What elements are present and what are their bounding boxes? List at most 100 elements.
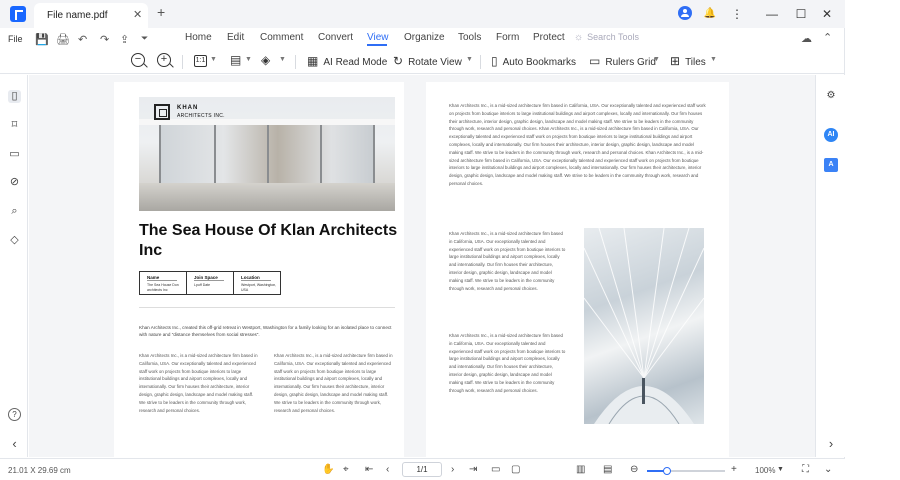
actual-size-button[interactable]: 1:1 xyxy=(194,55,207,67)
info-value: Westport, Washington, USA xyxy=(241,283,277,292)
customize-dropdown-icon[interactable]: ⏷ xyxy=(141,33,148,44)
chevron-down-icon[interactable]: ▼ xyxy=(245,56,252,63)
redo-icon[interactable]: ↷ xyxy=(100,33,109,46)
share-icon[interactable]: ⇪ xyxy=(120,33,129,46)
chevron-down-icon[interactable]: ▼ xyxy=(279,56,286,63)
menu-comment[interactable]: Comment xyxy=(260,32,303,43)
tab-title: File name.pdf xyxy=(47,10,108,21)
menu-edit[interactable]: Edit xyxy=(227,32,244,43)
book-icon: ▦ xyxy=(307,54,319,68)
menu-view[interactable]: View xyxy=(367,32,389,43)
maximize-button[interactable]: ☐ xyxy=(793,6,809,22)
more-options-icon[interactable]: ⋮ xyxy=(729,6,745,22)
page-thumbnails-icon[interactable]: ▯ xyxy=(8,90,21,103)
attachment-icon[interactable]: ⊘ xyxy=(8,176,21,189)
print-icon[interactable]: 🖨 xyxy=(56,33,70,46)
rotate-view-button[interactable]: ↻ Rotate View xyxy=(393,54,462,68)
menu-home[interactable]: Home xyxy=(185,32,212,43)
chevron-down-icon[interactable]: ▼ xyxy=(653,56,660,63)
help-icon[interactable]: ? xyxy=(8,408,21,421)
page-layout-icon[interactable]: ▤ xyxy=(230,53,241,67)
bookmark-icon: ▯ xyxy=(491,54,498,68)
info-head: Location xyxy=(241,275,271,281)
last-page-icon[interactable]: ⇥ xyxy=(469,464,477,475)
close-window-button[interactable]: ✕ xyxy=(819,6,835,22)
menu-protect[interactable]: Protect xyxy=(533,32,565,43)
properties-settings-icon[interactable]: ⚙ xyxy=(824,89,838,103)
chevron-down-icon[interactable]: ▼ xyxy=(210,56,217,63)
next-page-icon[interactable]: › xyxy=(451,464,454,475)
page2-left-paragraph-1: Khan Architects Inc., is a mid-sized arc… xyxy=(449,231,566,291)
undo-icon[interactable]: ↶ xyxy=(78,33,87,46)
fit-page-icon[interactable]: ▭ xyxy=(491,464,500,475)
new-tab-icon[interactable]: + xyxy=(157,4,165,20)
page-mode-icon[interactable]: ▥ xyxy=(576,464,585,475)
zoom-out-icon[interactable]: − xyxy=(131,53,145,67)
collapse-sidebar-icon[interactable]: ‹ xyxy=(8,437,21,450)
body-column-left: Khan Architects Inc., is a mid-sized arc… xyxy=(139,353,258,413)
expand-panel-icon[interactable]: › xyxy=(824,437,838,451)
zoom-in-icon[interactable]: + xyxy=(157,53,171,67)
user-avatar-icon[interactable] xyxy=(678,6,692,20)
chevron-down-icon[interactable]: ▼ xyxy=(466,56,473,63)
zoom-slider-handle[interactable] xyxy=(662,467,671,475)
zoom-percentage[interactable]: 100% xyxy=(755,466,775,475)
layers-icon[interactable]: ◇ xyxy=(8,234,21,247)
comment-view-icon[interactable]: ▢ xyxy=(511,464,520,475)
rotate-icon: ↻ xyxy=(393,54,404,68)
menu-organize[interactable]: Organize xyxy=(404,32,445,43)
chevron-down-icon[interactable]: ▼ xyxy=(777,466,784,473)
minimize-button[interactable]: — xyxy=(764,6,780,22)
zoom-in-icon[interactable]: + xyxy=(731,464,737,475)
search-tools-field[interactable]: ☼ Search Tools xyxy=(574,32,639,43)
select-tool-icon[interactable]: ⌖ xyxy=(343,464,349,475)
menu-form[interactable]: Form xyxy=(496,32,519,43)
page-dimensions: 21.01 X 29.69 cm xyxy=(8,466,71,475)
search-icon[interactable]: ⌕ xyxy=(8,205,21,218)
intro-paragraph: Khan Architects Inc., created this off-g… xyxy=(139,325,392,337)
body-column-right: Khan Architects Inc., is a mid-sized arc… xyxy=(274,353,393,413)
fullscreen-icon[interactable]: ⛶ xyxy=(802,464,809,475)
file-menu[interactable]: File xyxy=(8,34,23,44)
tab-close-icon[interactable]: ✕ xyxy=(133,8,142,21)
comment-icon[interactable]: ▭ xyxy=(8,148,21,161)
menu-tools[interactable]: Tools xyxy=(458,32,481,43)
auto-bookmarks-button[interactable]: ▯ Auto Bookmarks xyxy=(491,54,576,68)
info-head: Name xyxy=(147,275,177,281)
more-status-icon[interactable]: ⌄ xyxy=(824,464,832,475)
view-toolbar: − + 1:1 ▼ ▤ ▼ ◈ ▼ ▦ AI Read Mode ↻ Rotate … xyxy=(0,50,845,74)
architecture-photo xyxy=(584,228,704,424)
brand-logo-icon xyxy=(154,104,170,120)
menu-convert[interactable]: Convert xyxy=(318,32,353,43)
auto-bookmarks-label: Auto Bookmarks xyxy=(502,57,576,68)
document-title: The Sea House Of Klan Architects Inc xyxy=(139,222,398,259)
toolbar-divider xyxy=(182,55,183,69)
tiles-button[interactable]: ⊞ Tiles xyxy=(670,54,706,68)
chevron-down-icon[interactable]: ▼ xyxy=(710,56,717,63)
brand-name: KHAN xyxy=(177,105,199,111)
save-icon[interactable]: 💾 xyxy=(35,33,49,46)
fill-color-icon[interactable]: ◈ xyxy=(261,53,270,67)
first-page-icon[interactable]: ⇤ xyxy=(365,464,373,475)
hand-tool-icon[interactable]: ✋ xyxy=(322,464,334,475)
translate-icon[interactable]: A xyxy=(824,158,838,172)
document-tab[interactable]: File name.pdf ✕ xyxy=(34,3,148,28)
zoom-out-icon[interactable]: ⊖ xyxy=(630,464,638,475)
zoom-slider[interactable] xyxy=(647,467,725,475)
document-canvas[interactable]: KHAN ARCHITECTS INC. The Sea House Of Kl… xyxy=(29,75,815,457)
previous-page-icon[interactable]: ‹ xyxy=(386,464,389,475)
ai-read-mode-button[interactable]: ▦ AI Read Mode xyxy=(307,54,387,68)
pdf-page-2: Khan Architects Inc., is a mid-sized arc… xyxy=(426,82,729,457)
info-value: Lpuff Date xyxy=(194,283,211,287)
title-bar: File name.pdf ✕ + 🔔 ⋮ — ☐ ✕ xyxy=(0,0,845,28)
notification-bell-icon[interactable]: 🔔 xyxy=(702,6,718,22)
cloud-upload-icon[interactable]: ☁ xyxy=(801,32,812,45)
rulers-grid-button[interactable]: ▭ Rulers Grid xyxy=(589,54,656,68)
info-head: Join Space xyxy=(194,275,224,281)
scroll-mode-icon[interactable]: ▤ xyxy=(603,464,612,475)
page-number-input[interactable]: 1/1 xyxy=(402,462,442,477)
collapse-ribbon-icon[interactable]: ⌃ xyxy=(823,31,832,44)
architecture-photo-graphic xyxy=(584,228,704,424)
bookmark-icon[interactable]: ⌑ xyxy=(8,119,21,132)
ai-assistant-icon[interactable]: AI xyxy=(824,128,838,142)
